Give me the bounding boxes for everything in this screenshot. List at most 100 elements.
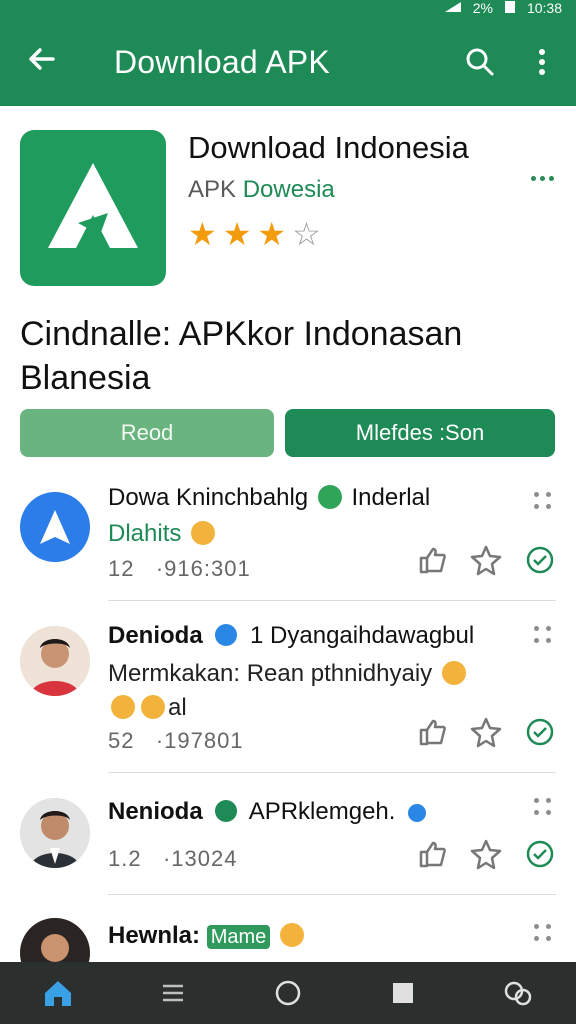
nav-home-button[interactable] <box>264 969 312 1017</box>
signal-icon <box>443 0 463 17</box>
row-menu-icon[interactable] <box>534 492 554 512</box>
app-options-icon[interactable] <box>531 176 554 181</box>
thumb-up-icon <box>419 547 446 574</box>
battery-icon <box>503 0 517 17</box>
verified-badge-icon <box>215 800 238 822</box>
battery-level: 2% <box>472 0 493 16</box>
favorite-button[interactable] <box>468 714 504 750</box>
emoji-icon <box>141 695 165 719</box>
check-circle-icon <box>526 718 554 746</box>
list-item-title-text: Nenioda <box>108 798 203 825</box>
like-button[interactable] <box>414 714 450 750</box>
list-item-meta: 1.2 ·13024 <box>108 846 237 872</box>
app-subtitle: APK Dowesia <box>188 176 335 204</box>
star-outline-icon <box>470 839 502 870</box>
more-button-label: Mlefdes :Son <box>355 420 485 445</box>
list-item[interactable]: Denioda 1 Dyangaihdawagbul Mermkakan: Re… <box>0 612 576 772</box>
avatar <box>20 798 90 868</box>
list-item-subtitle-text: Dlahits <box>108 520 182 547</box>
list-item-subtitle: Mermkakan: Rean pthnidhyaiy <box>108 660 469 688</box>
list-item-title-text: Denioda <box>108 622 203 649</box>
emoji-icon <box>191 521 216 545</box>
list-item-meta: 12 ·916:301 <box>108 556 251 582</box>
list-item-title-text: Hewnla: <box>108 922 201 949</box>
like-button[interactable] <box>414 836 450 872</box>
divider <box>108 894 556 895</box>
list-item-meta: 52 ·197801 <box>108 728 244 754</box>
nav-home[interactable] <box>34 969 82 1017</box>
search-icon <box>466 48 494 76</box>
read-button[interactable]: Reod <box>20 409 274 457</box>
search-button[interactable] <box>460 42 500 82</box>
app-bar: Download APK <box>0 30 576 94</box>
list-item-title-suffix: APRklemgeh. <box>248 798 396 825</box>
divider <box>108 772 556 773</box>
chat-bubbles-icon <box>505 981 532 1006</box>
person-avatar-icon <box>20 626 90 696</box>
back-arrow-icon <box>29 48 55 70</box>
list-item-date: ·916:301 <box>155 556 251 581</box>
favorite-button[interactable] <box>468 542 504 578</box>
verified-button[interactable] <box>522 542 558 578</box>
thumb-up-icon <box>419 841 446 868</box>
star-outline-icon <box>470 545 502 576</box>
nav-recents[interactable] <box>379 969 427 1017</box>
check-circle-icon <box>526 546 554 574</box>
list-item-count: 12 <box>108 556 135 581</box>
verified-button[interactable] <box>522 836 558 872</box>
list-item-title: Hewnla: Mame <box>108 922 307 950</box>
star-filled-icon: ★ <box>222 216 252 252</box>
verified-badge-icon <box>215 624 238 646</box>
more-button[interactable]: Mlefdes :Son <box>285 409 555 457</box>
nav-menu[interactable] <box>149 969 197 1017</box>
overflow-menu-button[interactable] <box>522 42 562 82</box>
list-item-subtitle-2-text: al <box>168 694 187 721</box>
list-item-date: ·197801 <box>155 728 244 753</box>
more-vert-icon <box>539 49 545 75</box>
app-logo-icon <box>40 510 70 544</box>
star-outline-icon: ☆ <box>292 216 321 252</box>
back-button[interactable] <box>22 42 62 82</box>
app-subtitle-prefix: APK <box>188 176 243 203</box>
avatar <box>20 626 90 696</box>
list-item-title-text: Dowa Kninchbahlg <box>108 484 309 511</box>
star-filled-icon: ★ <box>188 216 217 252</box>
list-item-count: 52 <box>108 728 135 753</box>
list-item-title: Nenioda APRklemgeh. <box>108 798 432 826</box>
check-circle-icon <box>526 840 554 868</box>
row-menu-icon[interactable] <box>534 626 554 646</box>
emoji-icon <box>279 923 304 947</box>
list-item-title-suffix: Inderlal <box>351 484 431 511</box>
divider <box>108 600 556 601</box>
status-bar: 2% 10:38 <box>443 0 562 16</box>
nav-chat[interactable] <box>494 969 542 1017</box>
verified-button[interactable] <box>522 714 558 750</box>
list-item-title: Denioda 1 Dyangaihdawagbul <box>108 622 474 650</box>
list-item[interactable]: Dowa Kninchbahlg Inderlal Dlahits 12 ·91… <box>0 478 576 600</box>
favorite-button[interactable] <box>468 836 504 872</box>
row-menu-icon[interactable] <box>534 924 554 944</box>
like-button[interactable] <box>414 542 450 578</box>
emoji-icon <box>111 695 135 719</box>
row-menu-icon[interactable] <box>534 798 554 818</box>
avatar <box>20 492 90 562</box>
list-item[interactable]: Hewnla: Mame <box>0 906 576 988</box>
circle-icon <box>275 980 301 1006</box>
list-item-title-suffix: 1 Dyangaihdawagbul <box>250 622 475 649</box>
list-item[interactable]: Nenioda APRklemgeh. 1.2 ·13024 <box>0 784 576 894</box>
page-title: Download APK <box>114 43 330 80</box>
thumb-up-icon <box>419 719 446 746</box>
star-rating[interactable]: ★ ★ ★ ☆ <box>188 218 321 250</box>
list-item-title: Dowa Kninchbahlg Inderlal <box>108 484 430 512</box>
star-outline-icon <box>470 717 502 748</box>
menu-icon <box>162 984 183 1002</box>
list-item-subtitle-2: al <box>108 694 187 722</box>
person-avatar-icon <box>20 798 90 868</box>
list-item-count: 1.2 <box>108 846 142 871</box>
app-icon[interactable] <box>20 130 166 286</box>
status-time: 10:38 <box>526 0 562 16</box>
list-item-subtitle: Dlahits <box>108 520 218 548</box>
headline: Cindnalle: APKkor Indonasan Blanesia <box>20 315 463 397</box>
apk-logo-icon <box>48 163 138 248</box>
square-icon <box>393 983 414 1003</box>
